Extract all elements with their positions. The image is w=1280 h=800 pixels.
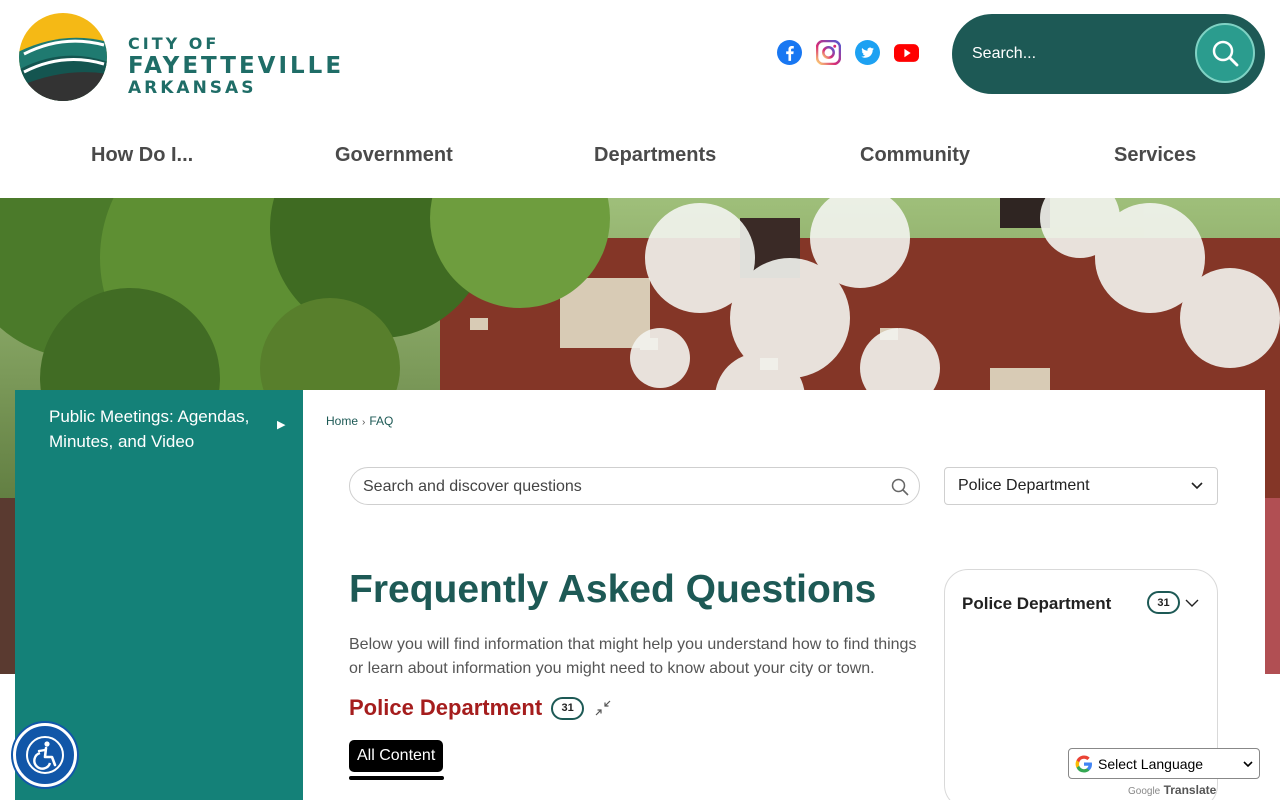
- chevron-down-icon: [1243, 761, 1253, 768]
- logo-line-1: CITY OF: [128, 34, 220, 53]
- panel-count-badge: 31: [1147, 591, 1180, 614]
- site-search: [952, 14, 1265, 94]
- site-search-input[interactable]: [972, 38, 1172, 70]
- translate-link[interactable]: Translate: [1164, 783, 1217, 797]
- facebook-icon[interactable]: [777, 40, 802, 65]
- google-g-icon: [1075, 755, 1092, 773]
- tab-all-content[interactable]: All Content: [349, 740, 444, 772]
- language-select[interactable]: Select Language: [1068, 748, 1260, 779]
- breadcrumb-separator-icon: ›: [362, 417, 366, 428]
- faq-search-box: [349, 467, 920, 505]
- main-content: Home ›FAQ Police Department Frequently As…: [303, 390, 1265, 800]
- faq-search-input[interactable]: [363, 476, 863, 498]
- caret-right-icon[interactable]: ▶: [277, 418, 285, 431]
- collapse-icon[interactable]: [594, 699, 612, 717]
- logo-line-3: ARKANSAS: [128, 78, 257, 98]
- accessibility-icon: [26, 736, 64, 774]
- department-select-value: Police Department: [958, 477, 1090, 494]
- logo-text: CITY OF FAYETTEVILLE ARKANSAS: [128, 34, 344, 98]
- nav-item-departments[interactable]: Departments: [594, 144, 716, 167]
- search-icon[interactable]: [891, 478, 909, 496]
- chevron-down-icon: [1191, 482, 1203, 490]
- powered-by-google: Google Translate: [1128, 783, 1216, 797]
- city-logo[interactable]: CITY OF FAYETTEVILLE ARKANSAS: [18, 12, 348, 102]
- youtube-icon[interactable]: [894, 40, 919, 65]
- instagram-icon[interactable]: [816, 40, 841, 65]
- tab-active-underline: [349, 776, 444, 780]
- category-title[interactable]: Police Department: [349, 695, 542, 721]
- sidebar-item-public-meetings[interactable]: Public Meetings: Agendas, Minutes, and V…: [49, 404, 264, 454]
- nav-item-government[interactable]: Government: [335, 144, 453, 167]
- category-count-badge: 31: [551, 696, 585, 720]
- breadcrumb: Home › FAQ: [326, 414, 393, 428]
- site-header: CITY OF FAYETTEVILLE ARKANSAS: [0, 0, 1280, 110]
- main-nav: How Do I... Government Departments Commu…: [0, 110, 1280, 198]
- twitter-icon[interactable]: [855, 40, 880, 65]
- search-icon: [1212, 40, 1239, 67]
- logo-line-2: FAYETTEVILLE: [128, 53, 345, 79]
- breadcrumb-home[interactable]: Home: [326, 414, 358, 428]
- panel-category-title[interactable]: Police Department: [962, 594, 1111, 614]
- category-header: Police Department 31: [349, 695, 612, 721]
- nav-item-community[interactable]: Community: [860, 144, 970, 167]
- google-wordmark: Google: [1128, 786, 1161, 797]
- chevron-down-icon[interactable]: [1185, 598, 1199, 608]
- accessibility-button[interactable]: [13, 723, 77, 787]
- page-title: Frequently Asked Questions: [349, 568, 877, 611]
- language-select-label: Select Language: [1098, 756, 1204, 772]
- logo-mark-icon: [19, 13, 107, 101]
- social-links: [777, 40, 919, 65]
- nav-item-services[interactable]: Services: [1114, 144, 1196, 167]
- breadcrumb-current[interactable]: FAQ: [369, 414, 393, 428]
- nav-item-how-do-i[interactable]: How Do I...: [91, 144, 193, 167]
- department-select[interactable]: Police Department: [944, 467, 1218, 505]
- site-search-button[interactable]: [1195, 23, 1255, 83]
- page-description: Below you will find information that mig…: [349, 636, 917, 677]
